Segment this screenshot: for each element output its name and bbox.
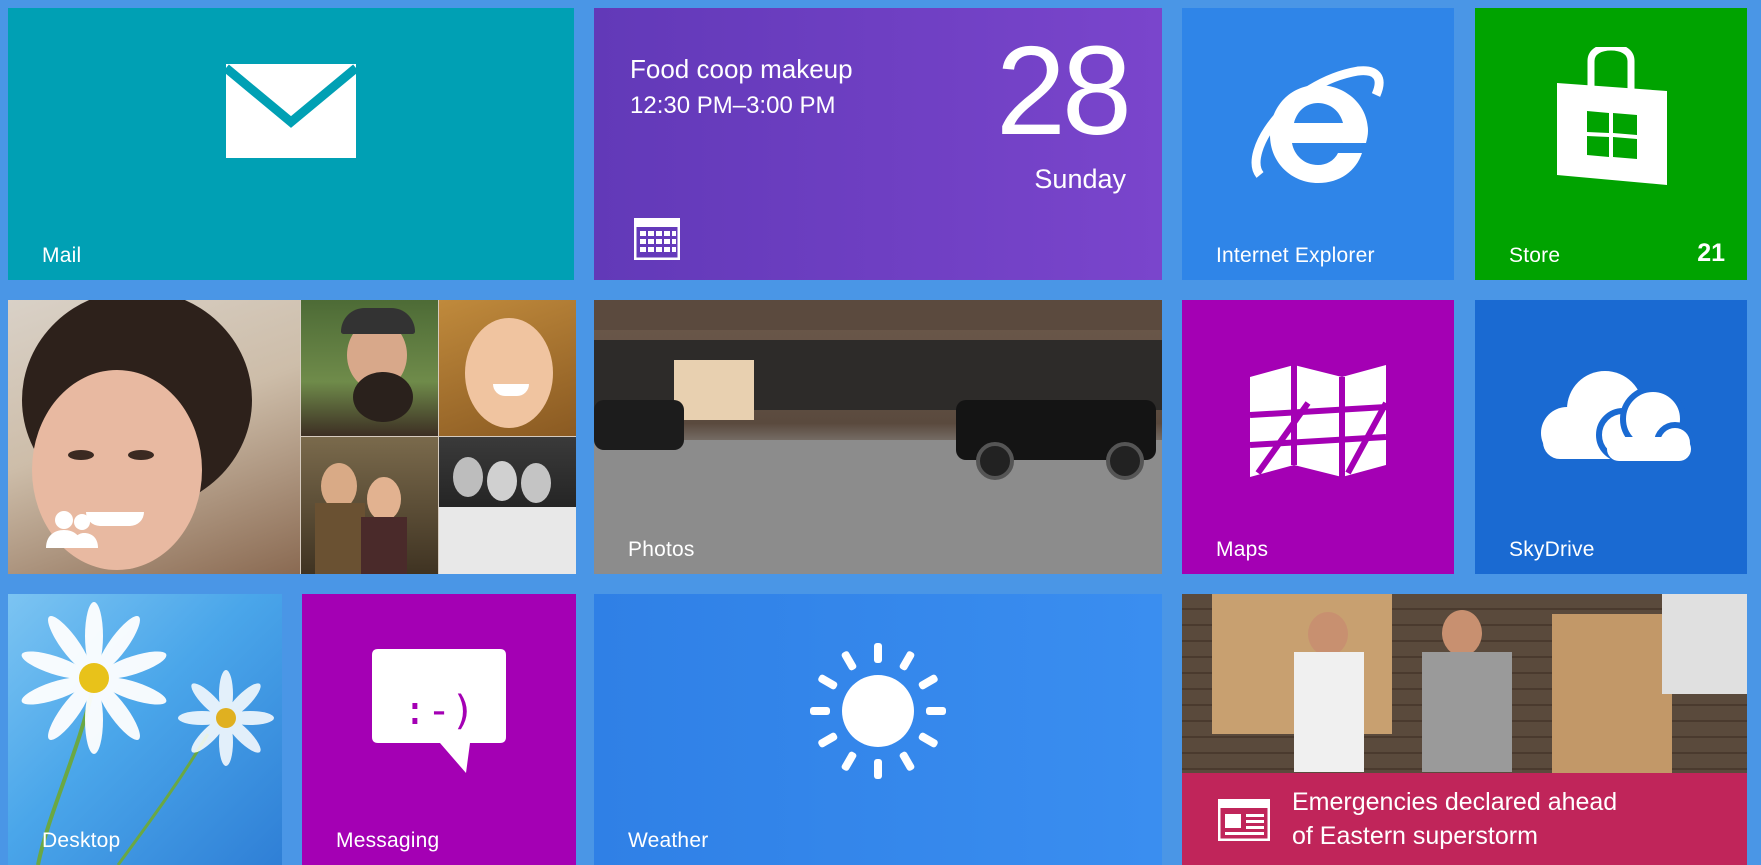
people-photo-4 xyxy=(301,437,438,574)
store-bag-icon xyxy=(1557,46,1667,185)
tile-label: Mail xyxy=(42,244,82,267)
tile-label: Weather xyxy=(628,829,709,852)
tile-label: SkyDrive xyxy=(1509,538,1595,561)
calendar-event-title: Food coop makeup xyxy=(630,54,853,84)
ie-logo-icon xyxy=(1251,65,1384,183)
emoticon-text: :-) xyxy=(402,688,476,734)
tile-skydrive[interactable]: SkyDrive xyxy=(1475,300,1747,574)
news-headline: Emergencies declared ahead of Eastern su… xyxy=(1292,785,1617,853)
people-photo-5 xyxy=(439,437,576,574)
tile-label: Store xyxy=(1509,244,1561,267)
store-update-badge: 21 xyxy=(1697,239,1725,267)
people-photo-main xyxy=(8,300,300,574)
newspaper-icon xyxy=(1218,799,1270,841)
photos-street-image xyxy=(594,300,1162,574)
tile-calendar[interactable]: Food coop makeup 12:30 PM–3:00 PM 28 Sun… xyxy=(594,8,1162,280)
tile-news[interactable]: Emergencies declared ahead of Eastern su… xyxy=(1182,594,1747,865)
calendar-grid-icon xyxy=(634,218,680,260)
mail-envelope-icon xyxy=(226,64,356,159)
calendar-day-name: Sunday xyxy=(1034,164,1126,194)
calendar-day-number: 28 xyxy=(995,20,1132,161)
map-icon xyxy=(1249,364,1388,477)
tile-label: Messaging xyxy=(336,829,440,852)
tile-label: Desktop xyxy=(42,829,121,852)
daisy-wallpaper-image xyxy=(21,602,274,865)
news-headline-line2: of Eastern superstorm xyxy=(1292,822,1538,850)
cloud-icon xyxy=(1541,371,1695,465)
tile-mail[interactable]: Mail xyxy=(8,8,574,280)
tile-maps[interactable]: Maps xyxy=(1182,300,1454,574)
tile-store[interactable]: Store 21 xyxy=(1475,8,1747,280)
people-photo-3 xyxy=(439,300,576,436)
tile-photos[interactable]: Photos xyxy=(594,300,1162,574)
sun-icon xyxy=(810,642,946,779)
people-icon xyxy=(46,511,98,548)
calendar-event-time: 12:30 PM–3:00 PM xyxy=(630,92,836,119)
news-headline-strip: Emergencies declared ahead of Eastern su… xyxy=(1182,773,1747,865)
tile-internet-explorer[interactable]: Internet Explorer xyxy=(1182,8,1454,280)
tile-label: Photos xyxy=(628,538,695,561)
people-photo-2 xyxy=(301,300,438,436)
news-headline-line1: Emergencies declared ahead xyxy=(1292,788,1618,816)
tile-label: Internet Explorer xyxy=(1216,244,1375,267)
tile-messaging[interactable]: :-) Messaging xyxy=(302,594,576,865)
tile-label: Maps xyxy=(1216,538,1269,561)
tile-people[interactable] xyxy=(8,300,576,574)
tile-weather[interactable]: Weather xyxy=(594,594,1162,865)
tile-desktop[interactable]: Desktop xyxy=(8,594,282,865)
